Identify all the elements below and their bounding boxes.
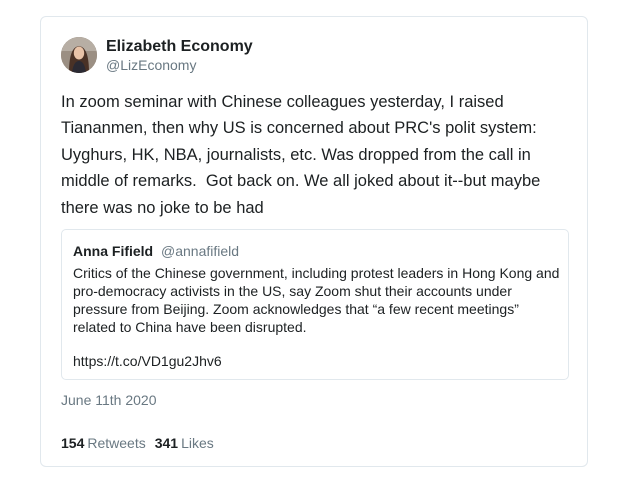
retweets-count: 154 [61, 435, 85, 451]
tweet-header: Elizabeth Economy @LizEconomy [61, 37, 253, 73]
retweets-stat[interactable]: 154 Retweets [61, 435, 146, 451]
author-names: Elizabeth Economy @LizEconomy [106, 37, 253, 74]
quoted-tweet-header: Anna Fifield @annafifield [73, 242, 239, 260]
likes-count: 341 [154, 435, 179, 451]
avatar[interactable] [61, 37, 97, 73]
author-handle[interactable]: @LizEconomy [106, 56, 253, 74]
tweet-card: Elizabeth Economy @LizEconomy In zoom se… [40, 16, 588, 467]
quoted-tweet-link[interactable]: https://t.co/VD1gu2Jhv6 [73, 352, 222, 370]
tweet-date[interactable]: June 11th 2020 [61, 391, 157, 409]
quoted-author-name: Anna Fifield [73, 243, 154, 259]
avatar-photo [61, 37, 97, 73]
quoted-tweet-text: Critics of the Chinese government, inclu… [73, 265, 560, 335]
likes-label: Likes [181, 435, 214, 451]
retweets-label: Retweets [87, 435, 146, 451]
author-display-name[interactable]: Elizabeth Economy [106, 37, 253, 56]
quoted-author-handle: @annafifield [161, 243, 240, 259]
likes-stat[interactable]: 341 Likes [155, 435, 214, 451]
tweet-text: In zoom seminar with Chinese colleagues … [61, 93, 545, 217]
quoted-tweet[interactable]: Anna Fifield @annafifield Critics of the… [61, 229, 569, 380]
tweet-stats: 154 Retweets 341 Likes [61, 434, 214, 452]
